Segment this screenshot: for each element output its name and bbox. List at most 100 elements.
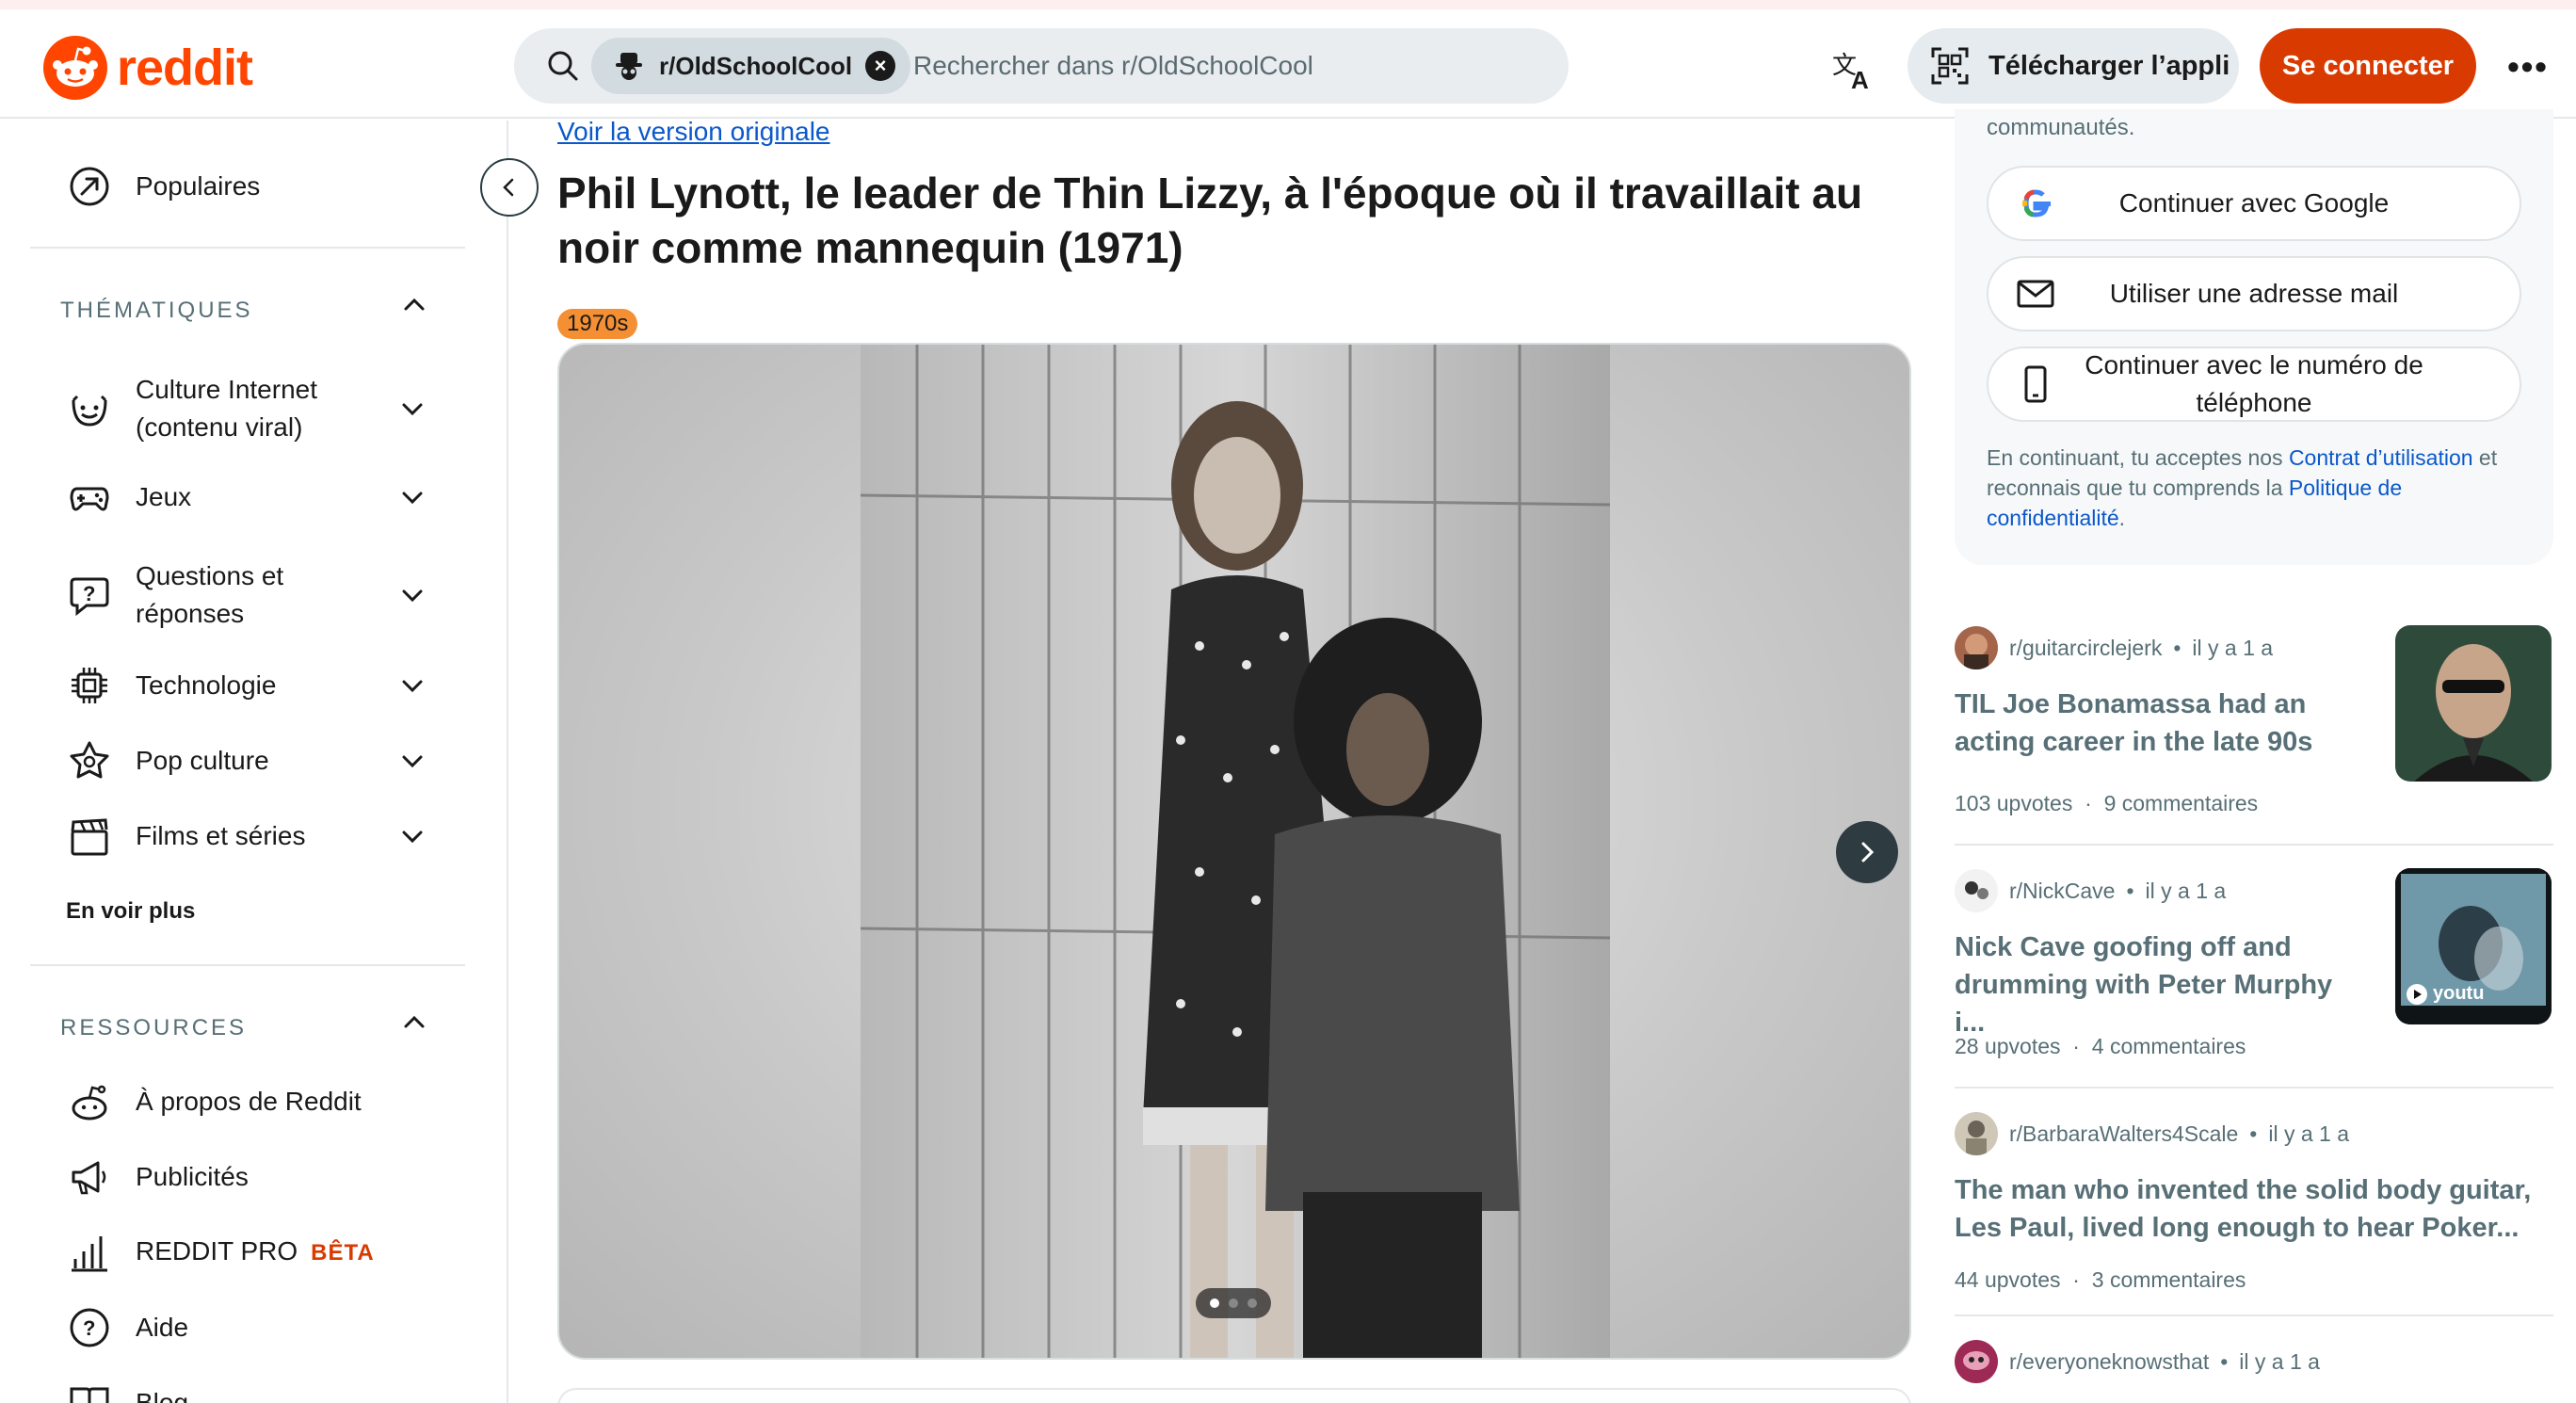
related-post[interactable]: r/BarbaraWalters4Scale • il y a 1 a The …	[1955, 1111, 2553, 1318]
sidebar-item-label: Films et séries	[136, 821, 306, 850]
sidebar-item-label: Populaires	[136, 171, 261, 201]
carousel-dot[interactable]	[1229, 1298, 1238, 1308]
sidebar-item-popular[interactable]: Populaires	[30, 149, 473, 224]
trending-arrow-icon	[70, 167, 109, 206]
question-bubble-icon: ?	[70, 577, 109, 617]
community-name[interactable]: r/NickCave	[2009, 879, 2115, 904]
community-chip-label: r/OldSchoolCool	[659, 51, 853, 80]
post-media-carousel[interactable]	[557, 343, 1911, 1360]
sidebar-item-label: Publicités	[136, 1162, 249, 1191]
sidebar-item-pop-culture[interactable]: Pop culture	[30, 723, 473, 798]
feed-divider	[1955, 1314, 2553, 1316]
meta-separator: •	[2173, 635, 2182, 660]
community-avatar	[1955, 1340, 1998, 1383]
chevron-up-icon[interactable]	[399, 290, 429, 320]
qr-code-icon	[1931, 47, 1969, 85]
sidebar-item-qa[interactable]: ? Questions et réponses	[30, 550, 473, 640]
sidebar-item-label: À propos de Reddit	[136, 1087, 362, 1116]
gamepad-icon	[70, 487, 109, 511]
post-meta: r/everyoneknowsthat • il y a 1 a	[1955, 1339, 2320, 1384]
sidebar-divider	[30, 247, 465, 249]
carousel-dot[interactable]	[1248, 1298, 1257, 1308]
related-post[interactable]: r/guitarcirclejerk • il y a 1 a TIL Joe …	[1955, 625, 2553, 832]
google-login-button[interactable]: Continuer avec Google	[1987, 166, 2521, 241]
book-icon	[70, 1387, 109, 1403]
chevron-down-icon	[402, 755, 423, 768]
sidebar-item-internet-culture[interactable]: Culture Internet (contenu viral)	[30, 363, 473, 454]
sidebar-item-movies-tv[interactable]: Films et séries	[30, 798, 473, 874]
topics-section-title: THÉMATIQUES	[60, 298, 253, 323]
meta-separator: •	[2220, 1348, 2229, 1374]
reddit-logo-icon	[43, 36, 107, 100]
sidebar-item-label: Aide	[136, 1313, 189, 1342]
svg-text:A: A	[1851, 66, 1869, 94]
post-meta: r/NickCave • il y a 1 a	[1955, 868, 2226, 913]
related-post-thumbnail[interactable]	[2395, 625, 2552, 782]
community-name[interactable]: r/BarbaraWalters4Scale	[2009, 1121, 2238, 1147]
chevron-right-icon	[1861, 842, 1875, 863]
sidebar-item-label: Culture Internet (contenu viral)	[136, 375, 317, 442]
meta-separator: •	[2126, 878, 2134, 903]
collapse-sidebar-button[interactable]	[480, 158, 539, 217]
sidebar-item-blog[interactable]: Blog	[30, 1365, 473, 1403]
community-avatar-icon	[616, 53, 642, 80]
sidebar-item-games[interactable]: Jeux	[30, 460, 473, 535]
google-login-label: Continuer avec Google	[2118, 188, 2390, 218]
communities-text: communautés.	[1987, 115, 2135, 140]
chevron-down-icon	[402, 403, 423, 416]
see-more-link[interactable]: En voir plus	[66, 898, 195, 925]
related-post-title[interactable]: TIL Joe Bonamassa had an acting career i…	[1955, 685, 2369, 761]
related-post-title[interactable]: The man who invented the solid body guit…	[1955, 1171, 2553, 1247]
reddit-wordmark: reddit	[117, 40, 253, 96]
related-post-thumbnail[interactable]: youtu	[2395, 868, 2552, 1024]
search-input[interactable]	[913, 38, 1535, 94]
download-app-button[interactable]: Télécharger l’appli	[1908, 28, 2239, 104]
related-post[interactable]: r/NickCave • il y a 1 a Nick Cave goofin…	[1955, 868, 2553, 1075]
reddit-logo[interactable]: reddit	[43, 36, 253, 100]
search-bar[interactable]: r/OldSchoolCool ×	[514, 28, 1569, 104]
sidebar-item-reddit-pro[interactable]: REDDIT PRO BÊTA	[30, 1215, 473, 1290]
sidebar-item-ads[interactable]: Publicités	[30, 1139, 473, 1215]
upvote-count: 103 upvotes	[1955, 791, 2073, 815]
star-badge-icon	[70, 741, 109, 779]
phone-login-button[interactable]: Continuer avec le numéro de téléphone	[1987, 347, 2521, 422]
video-source-badge: youtu	[2407, 983, 2484, 1005]
remove-chip-icon[interactable]: ×	[865, 51, 896, 81]
comment-count: 3 commentaires	[2091, 1267, 2246, 1292]
community-filter-chip[interactable]: r/OldSchoolCool ×	[591, 38, 911, 94]
related-post-title[interactable]: Nick Cave goofing off and drumming with …	[1955, 928, 2369, 1041]
legal-prefix: En continuant, tu acceptes nos	[1987, 445, 2289, 470]
comment-count: 9 commentaires	[2103, 791, 2259, 815]
video-source-label: youtu	[2433, 983, 2485, 1004]
more-options-icon[interactable]: •••	[2504, 43, 2552, 90]
post-actions-card	[557, 1388, 1911, 1403]
community-name[interactable]: r/guitarcirclejerk	[2009, 636, 2162, 661]
community-name[interactable]: r/everyoneknowsthat	[2009, 1349, 2209, 1375]
chevron-down-icon	[402, 589, 423, 603]
login-button[interactable]: Se connecter	[2260, 28, 2476, 104]
translate-icon[interactable]: 文 A	[1827, 45, 1879, 98]
sidebar-item-about-reddit[interactable]: À propos de Reddit	[30, 1064, 473, 1139]
related-post[interactable]: r/everyoneknowsthat • il y a 1 a	[1955, 1339, 2553, 1395]
svg-text:?: ?	[83, 582, 95, 605]
mail-icon	[2017, 280, 2054, 308]
sidebar-item-label: REDDIT PRO BÊTA	[136, 1233, 375, 1272]
top-strip	[0, 0, 2576, 9]
sidebar-item-help[interactable]: ? Aide	[30, 1290, 473, 1365]
carousel-indicator	[1196, 1288, 1271, 1318]
post-image	[861, 345, 1610, 1358]
sidebar-item-label: Technologie	[136, 670, 277, 700]
sidebar-item-technology[interactable]: Technologie	[30, 648, 473, 723]
phone-icon	[2024, 365, 2047, 403]
carousel-next-button[interactable]	[1836, 821, 1898, 883]
chevron-up-icon[interactable]	[399, 1008, 429, 1038]
post-stats: 103 upvotes · 9 commentaires	[1955, 791, 2259, 815]
user-agreement-link[interactable]: Contrat d’utilisation	[2289, 445, 2473, 470]
post-age: il y a 1 a	[2268, 1121, 2350, 1146]
community-avatar	[1955, 626, 1998, 669]
carousel-dot[interactable]	[1210, 1298, 1219, 1308]
email-login-button[interactable]: Utiliser une adresse mail	[1987, 256, 2521, 331]
legal-notice: En continuant, tu acceptes nos Contrat d…	[1987, 443, 2533, 533]
post-flair[interactable]: 1970s	[557, 309, 638, 339]
view-original-link[interactable]: Voir la version originale	[557, 117, 830, 147]
